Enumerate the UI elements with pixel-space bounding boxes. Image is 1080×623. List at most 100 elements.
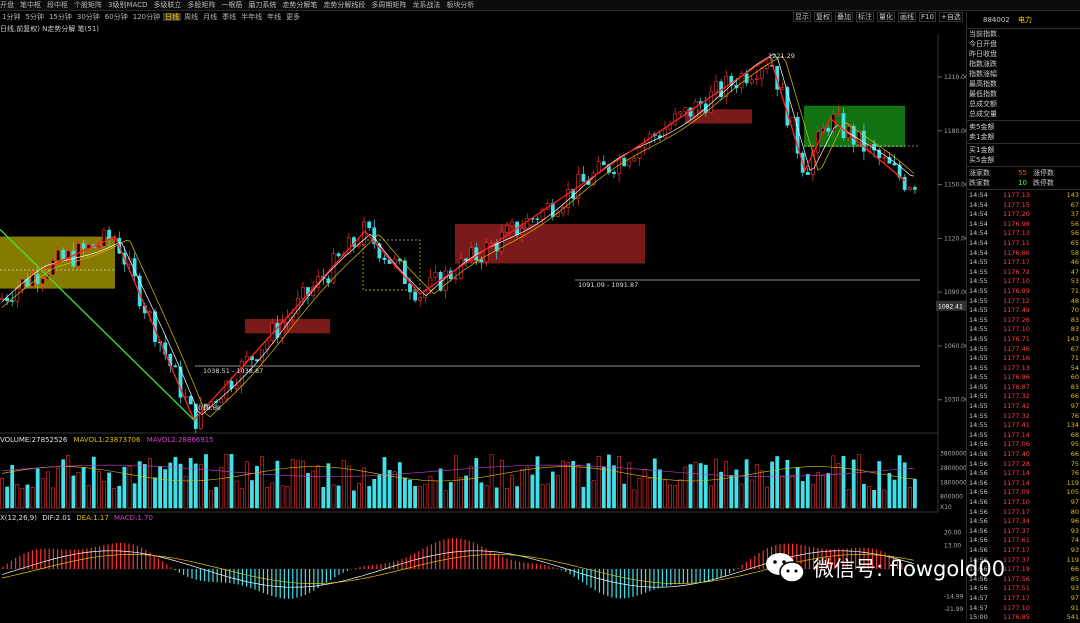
tick-price: 1177.06 (1003, 440, 1030, 449)
tick-price: 1177.11 (1003, 238, 1030, 247)
tick-price: 1177.17 (1003, 258, 1030, 267)
price-tick-label: 1090.00 (944, 289, 966, 296)
volume-bar (846, 489, 851, 509)
candle-body (489, 242, 494, 244)
volume-bar (821, 475, 826, 509)
volume-bar (657, 469, 662, 509)
tick-volume: 134 (1066, 421, 1079, 430)
tick-volume: 74 (1070, 536, 1079, 545)
volume-bar (464, 475, 469, 509)
volume-bar (479, 482, 484, 509)
tick-volume: 97 (1070, 593, 1079, 602)
tick-price: 1177.17 (1003, 593, 1030, 602)
volume-bar (734, 469, 739, 509)
dif-value: DIF:2.01 (42, 514, 72, 522)
quote-field-label: 当前指数 (969, 30, 997, 38)
tick-time: 14:56 (969, 507, 988, 516)
candle-body (76, 243, 81, 267)
volume-bar (622, 483, 627, 509)
tick-time: 14:55 (969, 306, 988, 315)
quote-field-label: 总成交额 (969, 100, 997, 108)
down-count: 10 (1018, 179, 1027, 187)
tick-volume: 56 (1070, 229, 1079, 238)
volume-bar (40, 478, 45, 509)
tick-row: 14:57 1177.10 91 (967, 604, 1080, 614)
volume-bar (530, 474, 535, 509)
volume-bar (739, 483, 744, 509)
volume-bar (418, 486, 423, 509)
candle-body (504, 225, 509, 233)
candle-body (479, 259, 484, 263)
tick-volume: 68 (1070, 430, 1079, 439)
candle-body (912, 187, 917, 190)
candlestick-chart[interactable]: 1030.00 1060.00 1090.00 1120.00 1150.00 1180.… (0, 0, 966, 620)
volume-bar (586, 463, 591, 509)
tick-row: 14:55 1177.46 67 (967, 345, 1080, 355)
volume-bar (51, 487, 55, 509)
volume-tick-label: 3800000 (940, 451, 966, 458)
volume-bar (693, 461, 698, 509)
tick-row: 14:56 1177.09 105 (967, 488, 1080, 498)
tick-row: 14:55 1176.96 60 (967, 373, 1080, 383)
candle-body (102, 229, 106, 247)
volume-bar (56, 468, 61, 509)
tick-row: 14:55 1177.32 66 (967, 392, 1080, 402)
tick-volume: 93 (1070, 545, 1079, 554)
tick-price: 1176.99 (1003, 286, 1030, 295)
minor-box (362, 239, 421, 291)
tick-row: 15:00 1176.85 541 (967, 613, 1080, 623)
tick-time: 14:56 (969, 517, 988, 526)
volume-bar (91, 456, 96, 509)
volume-value: VOLUME:27852526 (0, 436, 68, 444)
tick-time: 14:55 (969, 382, 988, 391)
level-label: 1038.51 - 1038.87 (203, 367, 263, 375)
level-label: 1091.09 - 1091.87 (578, 281, 638, 289)
index-name: 电力 (1017, 16, 1032, 24)
volume-bar (663, 479, 667, 509)
tick-row: 14:55 1177.13 54 (967, 364, 1080, 374)
tick-volume: 119 (1066, 478, 1079, 487)
volume-bar (591, 480, 596, 509)
tick-price: 1177.10 (1003, 498, 1030, 506)
tick-price: 1177.10 (1003, 277, 1030, 286)
tick-time: 14:55 (969, 373, 988, 382)
candle-body (10, 300, 15, 302)
volume-bar (0, 477, 4, 509)
tick-time: 14:55 (969, 277, 988, 286)
volume-bar (469, 466, 474, 509)
candle-body (56, 249, 61, 261)
order-field-label: 卖5金额 (969, 123, 995, 131)
volume-bar (112, 488, 117, 509)
order-field-label: 卖1金额 (969, 133, 995, 141)
volume-bar (668, 484, 673, 509)
volume-bar (321, 487, 326, 509)
volume-bar (550, 471, 555, 509)
order-field-label: 买5金额 (969, 156, 995, 164)
volume-tick-label: 1800000 (940, 479, 966, 486)
candle-body (907, 187, 912, 190)
volume-bar (346, 465, 351, 509)
volume-bar (540, 484, 545, 509)
volume-bar (336, 485, 341, 509)
candle-body (836, 113, 841, 115)
volume-bar (433, 480, 438, 509)
volume-bar (581, 486, 586, 509)
tick-time: 15:00 (969, 613, 988, 622)
price-tick-label: 1030.00 (944, 397, 966, 404)
tick-price: 1177.10 (1003, 325, 1030, 334)
volume-bar (382, 457, 387, 509)
current-price-label: 1082.41 (938, 303, 963, 310)
volume-bar (295, 460, 300, 509)
candle-body (219, 398, 224, 403)
decline-count-row: 跌家数 10 跌停数 (967, 178, 1080, 188)
candle-body (51, 260, 55, 276)
tick-volume: 96 (1070, 517, 1079, 526)
order-field-label: 买1金额 (969, 146, 995, 154)
volume-bar (765, 486, 769, 509)
tick-price: 1177.51 (1003, 584, 1030, 593)
tick-volume: 97 (1070, 402, 1079, 411)
volume-bar (107, 472, 112, 509)
volume-bar (520, 469, 525, 509)
volume-bar (244, 461, 249, 509)
tick-row: 14:56 1177.61 74 (967, 536, 1080, 546)
